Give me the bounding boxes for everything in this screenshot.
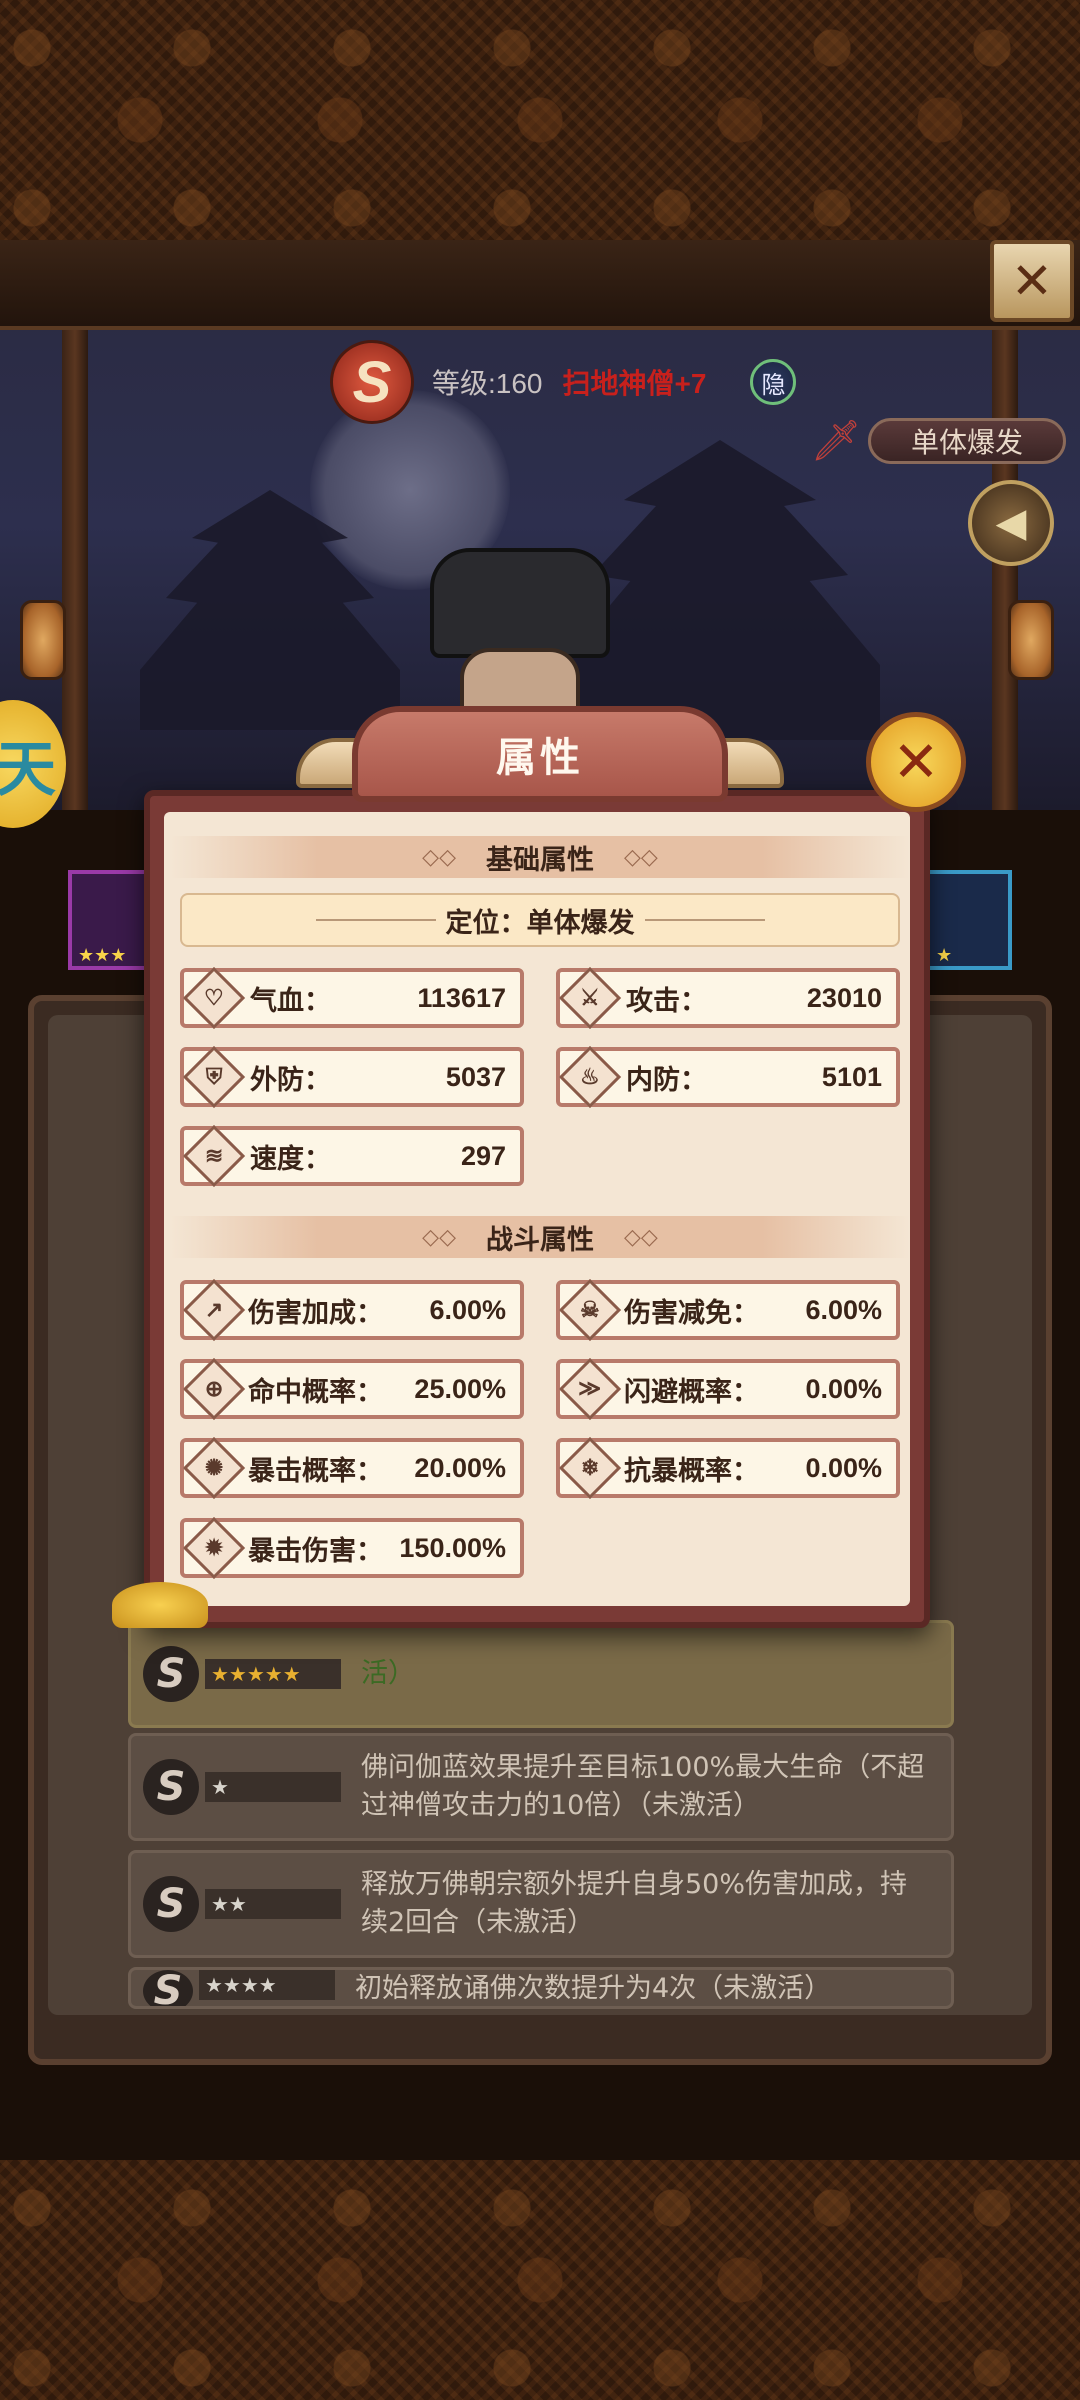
diamond-icon: ◇◇ (624, 844, 658, 870)
stat-label: 暴击伤害： (248, 1535, 383, 1566)
s-rank-icon: S (143, 1759, 199, 1815)
stat-value: 297 (460, 1140, 506, 1171)
stat-value: 0.00% (805, 1373, 882, 1404)
close-icon: ✕ (892, 729, 940, 795)
stat-damage-reduction: ☠ 伤害减免： 6.00% (556, 1278, 900, 1342)
stat-label: 速度： (250, 1143, 331, 1174)
stat-dodge-rate: ≫ 闪避概率： 0.00% (556, 1357, 900, 1421)
crit-damage-icon: ✹ (182, 1516, 246, 1580)
stat-crit-damage: ✹ 暴击伤害： 150.00% (180, 1516, 524, 1580)
skill-stars: ★★ (205, 1889, 341, 1919)
stat-speed: ≋ 速度： 297 (180, 1124, 524, 1188)
bottom-ornate-pattern (0, 2160, 1080, 2400)
stat-label: 闪避概率： (624, 1376, 759, 1407)
hero-level-row: S 等级:160 扫地神僧+7 隐 (330, 340, 797, 424)
modal-title: 属性 (496, 735, 584, 781)
lantern-right (1008, 600, 1054, 680)
stat-value: 113617 (417, 982, 506, 1013)
damage-up-icon: ↗ (182, 1278, 246, 1342)
top-ornate-pattern (0, 0, 1080, 240)
stat-inner-defense: ♨ 内防： 5101 (556, 1045, 900, 1109)
stat-value: 5101 (821, 1061, 882, 1092)
crit-icon: ✺ (182, 1436, 246, 1500)
shield-icon: ⛨ (182, 1045, 246, 1109)
lantern-left (20, 600, 66, 680)
hide-toggle-button[interactable]: 隐 (750, 359, 797, 405)
hero-level: 等级:160 (432, 368, 543, 399)
speaker-icon: ◀ (995, 500, 1027, 546)
skill-stars: ★ (205, 1772, 341, 1802)
basic-attributes-header: ◇◇ 基础属性 ◇◇ (170, 836, 910, 878)
stat-value: 23010 (806, 982, 882, 1013)
divider (315, 919, 436, 921)
dagger-icon: 🗡 (810, 417, 862, 464)
voice-button[interactable]: ◀ (968, 480, 1054, 566)
hero-name: 扫地神僧+7 (562, 368, 707, 399)
stat-crit-rate: ✺ 暴击概率： 20.00% (180, 1436, 524, 1500)
s-rank-icon: S (143, 1970, 193, 2006)
stat-label: 暴击概率： (248, 1455, 383, 1486)
target-icon: ⊕ (182, 1357, 246, 1421)
stat-label: 攻击： (626, 985, 707, 1016)
gold-cloud-decoration (112, 1582, 208, 1628)
modal-close-button[interactable]: ✕ (866, 712, 966, 812)
diamond-icon: ◇◇ (624, 1224, 658, 1250)
stat-label: 内防： (626, 1064, 707, 1095)
stat-damage-bonus: ↗ 伤害加成： 6.00% (180, 1278, 524, 1342)
stat-label: 气血： (250, 985, 331, 1016)
star-rating: ★★★ (78, 945, 127, 966)
skull-icon: ☠ (558, 1278, 622, 1342)
s-rank-icon: S (143, 1646, 199, 1702)
skill-stars: ★★★★★ (205, 1659, 341, 1689)
skill-stars: ★★★★ (199, 1970, 335, 2000)
position-box: 定位：单体爆发 (180, 893, 900, 947)
star-rating: ★ (936, 945, 953, 966)
stat-hit-rate: ⊕ 命中概率： 25.00% (180, 1357, 524, 1421)
position-text: 定位：单体爆发 (445, 907, 635, 939)
role-tag: 单体爆发 (868, 418, 1066, 464)
skill-slot-left[interactable]: ★★★ (68, 870, 154, 970)
s-rank-emblem-icon: S (330, 340, 414, 424)
stat-label: 外防： (250, 1064, 331, 1095)
stat-value: 25.00% (414, 1373, 506, 1404)
dodge-icon: ≫ (558, 1357, 622, 1421)
stat-label: 命中概率： (248, 1376, 383, 1407)
stat-label: 伤害加成： (248, 1297, 383, 1328)
resist-icon: ❄ (558, 1436, 622, 1500)
close-page-button[interactable]: ✕ (990, 240, 1074, 322)
skill-slot-right[interactable]: ★ (926, 870, 1012, 970)
skill-description: 初始释放诵佛次数提升为4次（未激活） (355, 1973, 832, 2004)
skill-description: 佛问伽蓝效果提升至目标100%最大生命（不超过神僧攻击力的10倍）（未激活） (361, 1752, 925, 1821)
heart-icon: ♡ (182, 966, 246, 1030)
skill-upgrade-row[interactable]: S ★★★★ 初始释放诵佛次数提升为4次（未激活） (128, 1967, 954, 2009)
divider (644, 919, 765, 921)
diamond-icon: ◇◇ (422, 1224, 456, 1250)
skill-upgrade-row[interactable]: S ★ 佛问伽蓝效果提升至目标100%最大生命（不超过神僧攻击力的10倍）（未激… (128, 1733, 954, 1841)
stat-value: 150.00% (399, 1532, 506, 1563)
stat-value: 20.00% (414, 1452, 506, 1483)
combat-attributes-header: ◇◇ 战斗属性 ◇◇ (170, 1216, 910, 1258)
hero-hat (430, 548, 610, 658)
sword-icon: ⚔ (558, 966, 622, 1030)
stat-outer-defense: ⛨ 外防： 5037 (180, 1045, 524, 1109)
stat-crit-resist: ❄ 抗暴概率： 0.00% (556, 1436, 900, 1500)
s-rank-icon: S (143, 1876, 199, 1932)
stat-label: 伤害减免： (624, 1297, 759, 1328)
stat-hp: ♡ 气血： 113617 (180, 966, 524, 1030)
skill-description: 释放万佛朝宗额外提升自身50%伤害加成，持续2回合（未激活） (361, 1869, 908, 1938)
stat-attack: ⚔ 攻击： 23010 (556, 966, 900, 1030)
stat-label: 抗暴概率： (624, 1455, 759, 1486)
flame-icon: ♨ (558, 1045, 622, 1109)
skill-upgrade-row[interactable]: S ★★★★★ 活） (128, 1620, 954, 1728)
skill-upgrade-row[interactable]: S ★★ 释放万佛朝宗额外提升自身50%伤害加成，持续2回合（未激活） (128, 1850, 954, 1958)
stat-value: 0.00% (805, 1452, 882, 1483)
diamond-icon: ◇◇ (422, 844, 456, 870)
stat-value: 6.00% (429, 1294, 506, 1325)
top-roof-bar (0, 240, 1080, 330)
wind-icon: ≋ (182, 1124, 246, 1188)
modal-title-plaque: 属性 (352, 706, 728, 802)
stat-value: 6.00% (805, 1294, 882, 1325)
stat-value: 5037 (445, 1061, 506, 1092)
skill-description: 活） (361, 1658, 415, 1689)
